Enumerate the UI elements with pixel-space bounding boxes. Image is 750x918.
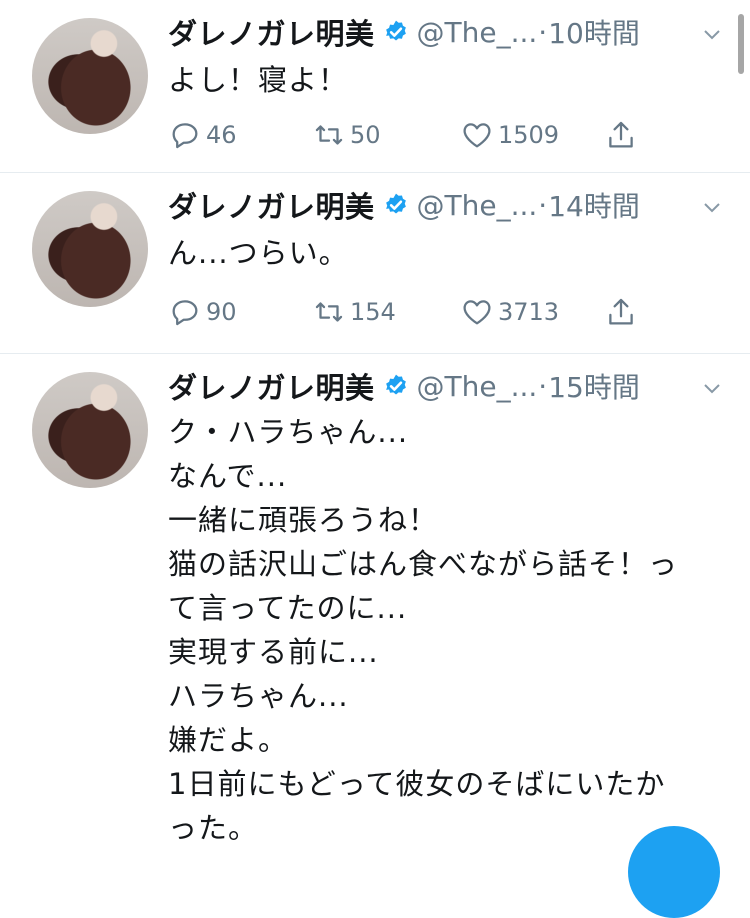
tweet[interactable]: ダレノガレ明美 @The_... · 15時間 ク・ハラちゃん... なんで..…: [0, 354, 750, 874]
retweet-icon: [315, 125, 343, 145]
tweet-text-line: よし！寝よ！: [168, 63, 349, 97]
display-name[interactable]: ダレノガレ明美: [168, 184, 375, 226]
timestamp[interactable]: 15時間: [548, 366, 640, 406]
handle[interactable]: @The_...: [417, 189, 538, 222]
separator: ·: [538, 15, 548, 49]
like-count: 1509: [498, 121, 560, 149]
verified-badge-icon: [385, 20, 406, 41]
timestamp[interactable]: 14時間: [548, 185, 640, 225]
display-name[interactable]: ダレノガレ明美: [168, 365, 375, 407]
verified-badge-icon: [385, 374, 406, 395]
tweet-header: ダレノガレ明美 @The_... · 15時間: [168, 366, 730, 406]
reply-button[interactable]: 90: [168, 295, 237, 329]
heart-icon: [463, 123, 491, 148]
handle[interactable]: @The_...: [417, 370, 538, 403]
tweet-text-line: 1日前にもどって彼女のそばにいたか: [168, 767, 666, 801]
separator: ·: [538, 369, 548, 403]
compose-tweet-button[interactable]: [628, 826, 720, 918]
retweet-count: 50: [350, 121, 381, 149]
like-button[interactable]: 3713: [460, 295, 559, 329]
reply-button[interactable]: 46: [168, 118, 237, 152]
share-button[interactable]: [604, 295, 642, 329]
like-button[interactable]: 1509: [460, 118, 559, 152]
tweet-text-line: 嫌だよ。: [168, 723, 289, 757]
tweet-header: ダレノガレ明美 @The_... · 10時間: [168, 12, 730, 52]
tweet-text: ん...つらい。: [168, 231, 720, 275]
retweet-button[interactable]: 154: [312, 295, 396, 329]
chevron-down-icon[interactable]: [700, 376, 724, 400]
tweet-text-line: ハラちゃん...: [168, 679, 349, 713]
tweet-text-line: 一緒に頑張ろうね！: [168, 503, 439, 537]
heart-icon: [463, 300, 491, 325]
tweet-text-line: ク・ハラちゃん...: [168, 415, 409, 449]
tweet-text-line: 実現する前に...: [168, 635, 379, 669]
like-count: 3713: [498, 298, 560, 326]
chevron-down-icon[interactable]: [700, 195, 724, 219]
tweet-text: よし！寝よ！: [168, 58, 720, 102]
retweet-button[interactable]: 50: [312, 118, 381, 152]
tweet-text-line: なんで...: [168, 459, 288, 493]
display-name[interactable]: ダレノガレ明美: [168, 11, 375, 53]
tweet[interactable]: ダレノガレ明美 @The_... · 10時間 よし！寝よ！ 46 50 150…: [0, 0, 750, 173]
tweet[interactable]: ダレノガレ明美 @The_... · 14時間 ん...つらい。 90 154 …: [0, 173, 750, 354]
retweet-icon: [315, 302, 343, 322]
tweet-actions: 90 154 3713: [168, 295, 648, 331]
reply-icon: [172, 300, 198, 326]
share-icon: [609, 121, 633, 148]
tweet-text-line: ん...つらい。: [168, 236, 349, 270]
share-icon: [609, 298, 633, 325]
tweet-header: ダレノガレ明美 @The_... · 14時間: [168, 185, 730, 225]
verified-badge-icon: [385, 193, 406, 214]
chevron-down-icon[interactable]: [700, 22, 724, 46]
timestamp[interactable]: 10時間: [548, 12, 640, 52]
avatar[interactable]: [32, 18, 148, 134]
tweet-text: ク・ハラちゃん... なんで... 一緒に頑張ろうね！ 猫の話沢山ごはん食べなが…: [168, 410, 720, 850]
retweet-count: 154: [350, 298, 396, 326]
tweet-text-line: て言ってたのに...: [168, 591, 408, 625]
avatar[interactable]: [32, 372, 148, 488]
tweet-actions: 46 50 1509: [168, 118, 648, 154]
avatar[interactable]: [32, 191, 148, 307]
handle[interactable]: @The_...: [417, 16, 538, 49]
reply-count: 90: [206, 298, 237, 326]
separator: ·: [538, 188, 548, 222]
reply-count: 46: [206, 121, 237, 149]
reply-icon: [172, 123, 198, 149]
share-button[interactable]: [604, 118, 642, 152]
tweet-text-line: 猫の話沢山ごはん食べながら話そ！っ: [168, 547, 679, 581]
